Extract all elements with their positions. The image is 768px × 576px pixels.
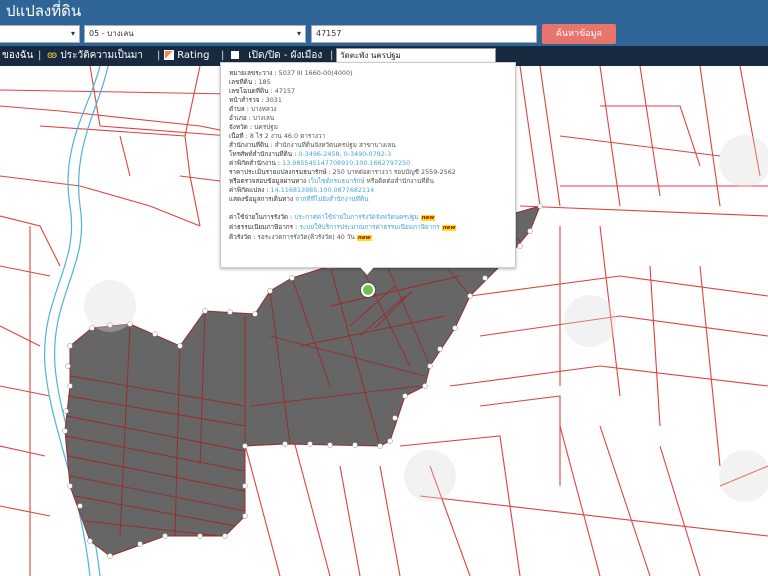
fee-link[interactable]: ระบบให้บริการประมาณการค่าธรรมเนียมภาษีอา… xyxy=(299,223,439,231)
info-label: หมายเลขระวาง : xyxy=(229,69,277,77)
search-button[interactable]: ค้นหาข้อมูล xyxy=(542,24,616,44)
info-label: หน้าสำรวจ : xyxy=(229,96,264,104)
history-icon: ꙭ xyxy=(47,50,58,61)
phone-link[interactable]: 0-3496-2458, 0-3490-0792-3 xyxy=(298,150,391,158)
toolbar-divider: | xyxy=(157,50,161,61)
info-value: นครปฐม xyxy=(254,123,278,131)
queue-label: คิวรังวัด : xyxy=(229,233,256,241)
survey-cost-link[interactable]: ประกาศค่าใช้จ่ายในการรังวัดจังหวัดนครปฐม xyxy=(294,213,418,221)
toolbar-history-label: ประวัติความเป็นมา xyxy=(60,50,143,61)
info-label: เลขโฉนดที่ดิน : xyxy=(229,87,273,95)
toolbar-my-item[interactable]: ของฉัน xyxy=(2,46,33,66)
district-select[interactable]: 05 - บางเลน ▾ xyxy=(84,25,306,43)
toolbar-rating-label: Rating xyxy=(177,50,210,61)
place-search-value: วัดตะพัง นครปฐม xyxy=(340,51,401,60)
toolbar-rating-item[interactable]: Rating xyxy=(164,46,209,66)
new-badge: new xyxy=(356,235,372,241)
rating-icon xyxy=(164,50,174,60)
parcel-info-popup: หมายเลขระวาง : 5037 III 1660-00(4000) เล… xyxy=(220,62,516,268)
toolbar-my-label: ของฉัน xyxy=(2,50,34,61)
info-label: เลขที่ดิน : xyxy=(229,78,257,86)
fee-label: ค่าธรรมเนียมภาษีอากร : xyxy=(229,223,298,231)
info-label: ตำบล : xyxy=(229,105,249,113)
check-label: หรือตรวจสอบข้อมูลผ่านทาง xyxy=(229,177,307,185)
new-badge: new xyxy=(441,225,457,231)
phone-label: โทรศัพท์สำนักงานที่ดิน : xyxy=(229,150,297,158)
survey-cost-label: ค่าใช้จ่ายในการรังวัด : xyxy=(229,213,293,221)
info-value: บางหลวง xyxy=(250,105,277,113)
info-value: 8 ไร่ 2 งาน 46.0 ตารางวา xyxy=(249,132,326,140)
parcel-number-input[interactable]: 47157 xyxy=(311,25,537,43)
info-value: 185 xyxy=(258,78,271,86)
chevron-down-icon: ▾ xyxy=(296,29,301,38)
info-value: บางเลน xyxy=(252,114,275,122)
route-link[interactable]: จากที่ที่ไปยังสำนักงานที่ดิน xyxy=(295,195,368,203)
parcel-coord-link[interactable]: 14.116813985,100.0877682114 xyxy=(271,186,375,194)
office-coord-label: ค่าพิกัดสำนักงาน : xyxy=(229,159,281,167)
price-label: ราคาประเมินรายแปลงกรมธนารักษ์ : xyxy=(229,168,331,176)
popup-pointer xyxy=(360,267,374,275)
toolbar-zoning-label: เปิด/ปิด - ผังเมือง xyxy=(248,50,323,61)
info-label: อำเภอ : xyxy=(229,114,251,122)
app-header: ปแปลงที่ดิน xyxy=(0,0,768,22)
info-label: จังหวัด : xyxy=(229,123,253,131)
office-value: สำนักงานที่ดินจังหวัดนครปฐม สาขาบางเลน xyxy=(274,141,396,149)
info-value: 5037 III 1660-00(4000) xyxy=(278,69,353,77)
info-label: เนื้อที่ : xyxy=(229,132,248,140)
price-value: 250 บาทต่อตารางวา รอบบัญชี 2559-2562 xyxy=(332,168,456,176)
toolbar-history-item[interactable]: ꙭ ประวัติความเป็นมา xyxy=(47,46,143,66)
toolbar-divider: | xyxy=(38,50,42,61)
check-tail: หรือติดต่อสำนักงานที่ดิน xyxy=(366,177,434,185)
route-label: แสดงข้อมูลการเดินทาง xyxy=(229,195,294,203)
filter-bar: ▾ 05 - บางเลน ▾ 47157 xyxy=(0,22,768,46)
office-label: สำนักงานที่ดิน : xyxy=(229,141,273,149)
parcel-number-value: 47157 xyxy=(316,29,342,38)
checkbox-icon xyxy=(231,51,239,59)
parcel-coord-label: ค่าพิกัดแปลง : xyxy=(229,186,269,194)
treasury-link[interactable]: เว็บไซต์กรมธนารักษ์ xyxy=(308,177,364,185)
office-coord-link[interactable]: 13.985545147708910,100.1662797250 xyxy=(282,159,410,167)
info-value: 3031 xyxy=(265,96,282,104)
location-pin-icon[interactable] xyxy=(361,283,375,297)
chevron-down-icon: ▾ xyxy=(70,29,75,38)
info-value: 47157 xyxy=(274,87,296,95)
new-badge: new xyxy=(420,215,436,221)
page-title: ปแปลงที่ดิน xyxy=(6,2,82,20)
province-select[interactable]: ▾ xyxy=(0,25,80,43)
district-select-value: 05 - บางเลน xyxy=(89,29,134,38)
queue-value: รอระงวดการรังวัด(คิวรังวัด) 40 วัน xyxy=(257,233,355,241)
